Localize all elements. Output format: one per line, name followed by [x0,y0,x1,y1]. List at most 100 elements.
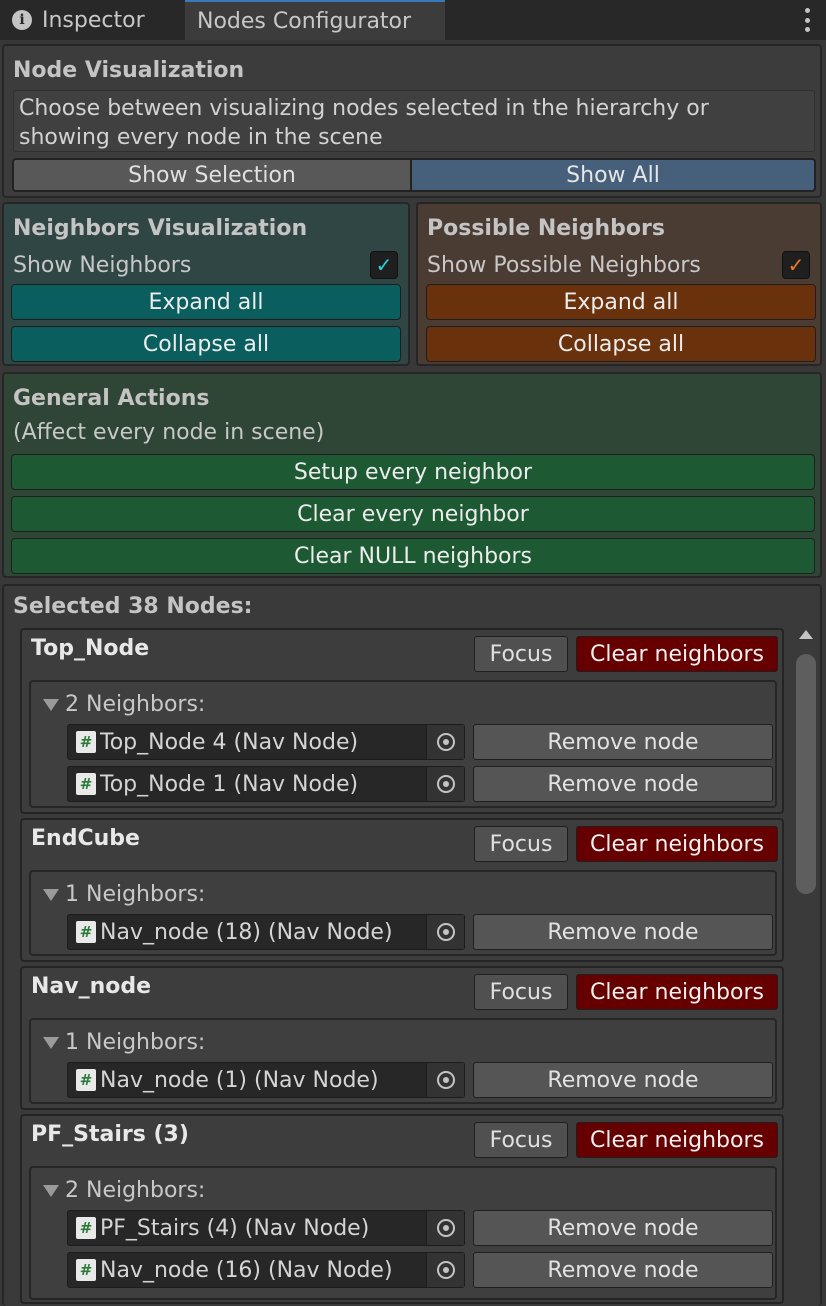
neighbors-count: 2 Neighbors: [65,1178,206,1203]
triangle-down-icon [43,1184,59,1197]
section-title: Node Visualization [13,58,245,83]
object-picker-icon[interactable] [426,1063,464,1097]
remove-node-button[interactable]: Remove node [473,766,773,802]
clear-neighbors-button[interactable]: Clear neighbors [576,826,778,862]
triangle-down-icon [43,1036,59,1049]
neighbors-foldout: 2 Neighbors: # PF_Stairs (4) (Nav Node) … [29,1166,777,1300]
setup-every-neighbor-button[interactable]: Setup every neighbor [11,454,815,490]
vertical-scrollbar[interactable] [794,630,818,1304]
toggle-label: Show Possible Neighbors [427,252,701,278]
neighbors-visualization-panel: Neighbors Visualization Show Neighbors ✓… [2,202,410,366]
toggle-label: Show Neighbors [13,252,192,278]
neighbor-row: # Top_Node 1 (Nav Node) Remove node [67,766,773,802]
show-possible-neighbors-checkbox[interactable]: ✓ [782,251,810,279]
neighbors-count: 1 Neighbors: [65,882,206,907]
object-picker-icon[interactable] [426,767,464,801]
neighbor-row: # PF_Stairs (4) (Nav Node) Remove node [67,1210,773,1246]
clear-every-neighbor-button[interactable]: Clear every neighbor [11,496,815,532]
help-text-line: Choose between visualizing nodes selecte… [19,96,709,121]
section-title: Neighbors Visualization [13,216,308,241]
script-icon: # [76,921,96,943]
object-field-value: Nav_node (16) (Nav Node) [100,1257,393,1283]
script-icon: # [76,1259,96,1281]
object-field[interactable]: # Top_Node 4 (Nav Node) [67,724,465,760]
remove-node-button[interactable]: Remove node [473,1210,773,1246]
show-possible-neighbors-toggle-row: Show Possible Neighbors ✓ [427,250,810,280]
section-note: (Affect every node in scene) [13,420,325,445]
help-box: Choose between visualizing nodes selecte… [13,90,815,152]
possible-collapse-all-button[interactable]: Collapse all [426,326,816,362]
clear-neighbors-button[interactable]: Clear neighbors [576,1122,778,1158]
object-field-value: Nav_node (1) (Nav Node) [100,1067,379,1093]
clear-null-neighbors-button[interactable]: Clear NULL neighbors [11,538,815,574]
show-selection-button[interactable]: Show Selection [12,158,412,192]
remove-node-button[interactable]: Remove node [473,724,773,760]
node-name: PF_Stairs (3) [31,1122,189,1147]
object-picker-icon[interactable] [426,1211,464,1245]
neighbor-row: # Nav_node (18) (Nav Node) Remove node [67,914,773,950]
tab-label: Inspector [42,7,145,33]
node-card: EndCube Focus Clear neighbors 1 Neighbor… [20,818,784,962]
node-card: Nav_node Focus Clear neighbors 1 Neighbo… [20,966,784,1110]
neighbors-foldout-header[interactable]: 1 Neighbors: [43,1030,205,1055]
node-name: Top_Node [31,636,150,661]
show-neighbors-toggle-row: Show Neighbors ✓ [13,250,398,280]
show-all-button[interactable]: Show All [410,158,816,192]
show-neighbors-checkbox[interactable]: ✓ [370,251,398,279]
object-field[interactable]: # Nav_node (1) (Nav Node) [67,1062,465,1098]
section-title: Selected 38 Nodes: [13,594,253,619]
object-field[interactable]: # Top_Node 1 (Nav Node) [67,766,465,802]
focus-button[interactable]: Focus [474,974,568,1010]
neighbors-foldout-header[interactable]: 2 Neighbors: [43,692,205,717]
neighbors-foldout: 1 Neighbors: # Nav_node (1) (Nav Node) R… [29,1018,777,1104]
node-card: Top_Node Focus Clear neighbors 2 Neighbo… [20,628,784,814]
possible-expand-all-button[interactable]: Expand all [426,284,816,320]
section-title: Possible Neighbors [427,216,665,241]
clear-neighbors-button[interactable]: Clear neighbors [576,974,778,1010]
object-picker-icon[interactable] [426,915,464,949]
object-field[interactable]: # PF_Stairs (4) (Nav Node) [67,1210,465,1246]
neighbors-count: 1 Neighbors: [65,1030,206,1055]
focus-button[interactable]: Focus [474,636,568,672]
clear-neighbors-button[interactable]: Clear neighbors [576,636,778,672]
object-field[interactable]: # Nav_node (18) (Nav Node) [67,914,465,950]
section-title: General Actions [13,386,210,411]
neighbors-collapse-all-button[interactable]: Collapse all [11,326,401,362]
neighbors-count: 2 Neighbors: [65,692,206,717]
neighbors-foldout-header[interactable]: 2 Neighbors: [43,1178,205,1203]
remove-node-button[interactable]: Remove node [473,914,773,950]
neighbors-foldout-header[interactable]: 1 Neighbors: [43,882,205,907]
general-actions-panel: General Actions (Affect every node in sc… [2,372,822,578]
object-picker-icon[interactable] [426,1253,464,1287]
focus-button[interactable]: Focus [474,1122,568,1158]
object-field-value: Top_Node 4 (Nav Node) [100,729,359,755]
possible-neighbors-panel: Possible Neighbors Show Possible Neighbo… [416,202,822,366]
node-card: PF_Stairs (3) Focus Clear neighbors 2 Ne… [20,1114,784,1304]
object-field-value: Top_Node 1 (Nav Node) [100,771,359,797]
remove-node-button[interactable]: Remove node [473,1062,773,1098]
object-picker-icon[interactable] [426,725,464,759]
focus-button[interactable]: Focus [474,826,568,862]
script-icon: # [76,1069,96,1091]
tab-label: Nodes Configurator [197,8,412,34]
more-options-icon[interactable] [804,8,810,32]
scroll-up-icon[interactable] [799,630,813,639]
neighbors-expand-all-button[interactable]: Expand all [11,284,401,320]
tab-bar: i Inspector Nodes Configurator [0,0,826,40]
object-field[interactable]: # Nav_node (16) (Nav Node) [67,1252,465,1288]
help-text-line: showing every node in the scene [19,125,383,150]
node-visualization-panel: Node Visualization Choose between visual… [2,44,822,198]
script-icon: # [76,1217,96,1239]
neighbors-foldout: 2 Neighbors: # Top_Node 4 (Nav Node) Rem… [29,680,777,808]
scroll-thumb[interactable] [796,654,816,894]
neighbor-row: # Nav_node (16) (Nav Node) Remove node [67,1252,773,1288]
neighbor-row: # Top_Node 4 (Nav Node) Remove node [67,724,773,760]
object-field-value: PF_Stairs (4) (Nav Node) [100,1215,370,1241]
node-name: EndCube [31,826,140,851]
tab-inspector[interactable]: i Inspector [0,0,182,40]
triangle-down-icon [43,888,59,901]
script-icon: # [76,731,96,753]
selected-nodes-panel: Selected 38 Nodes: Top_Node Focus Clear … [2,584,822,1306]
tab-nodes-configurator[interactable]: Nodes Configurator [185,0,445,40]
remove-node-button[interactable]: Remove node [473,1252,773,1288]
